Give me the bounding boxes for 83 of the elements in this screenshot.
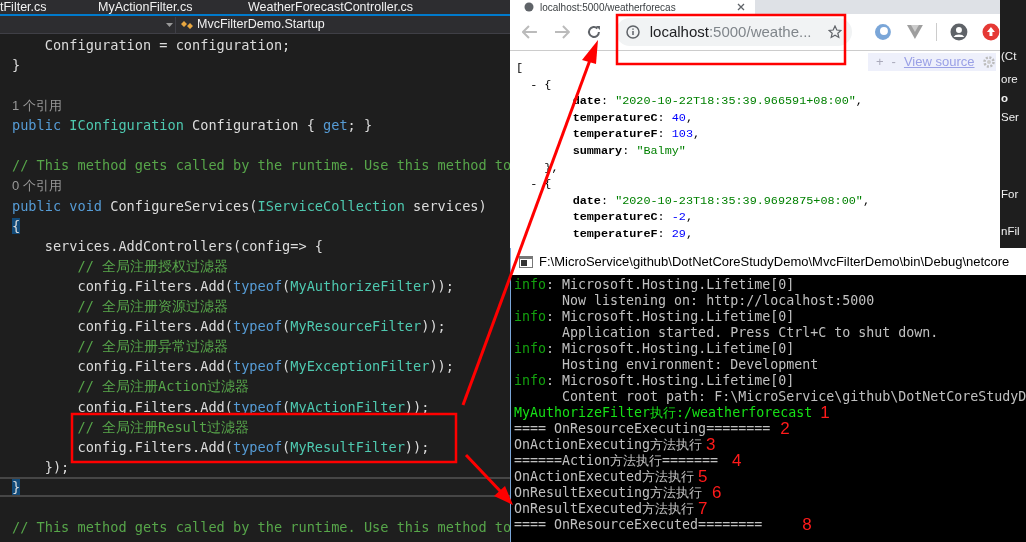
console-line: OnActionExecuting方法执行 [514, 437, 703, 453]
code-line: services.AddControllers(config=> { [43, 236, 323, 256]
reference-count[interactable]: 0 个引用 [12, 175, 62, 196]
json-line: temperatureC: 40, [571, 109, 694, 127]
console-title: F:\MicroService\github\DotNetCoreStudyDemo\MvcFilterDemo\bin\Debug\netcore [539, 252, 1010, 271]
step-number: 7 [698, 501, 708, 517]
tab-title: localhost:5000/weatherforecas [540, 0, 676, 15]
json-line: date: "2020-10-23T18:35:39.9692875+08:00", [571, 192, 870, 210]
code-line: // 全局注册资源过滤器 [76, 297, 229, 317]
browser-tab[interactable]: localhost:5000/weatherforecas [510, 0, 755, 14]
json-line: [ [516, 60, 524, 77]
code-line: // 全局注册Action过滤器 [76, 377, 250, 397]
console-line: ==== OnResourceExecuting======== [514, 421, 771, 437]
json-line: temperatureF: 29, [571, 225, 694, 243]
json-line: - { [529, 176, 552, 193]
code-line: // This method gets called by the runtime. Use this method to [12, 518, 512, 538]
console-line: info: Microsoft.Hosting.Lifetime[0] [514, 341, 795, 357]
back-icon[interactable] [522, 25, 538, 39]
code-line: Configuration = configuration; [43, 35, 291, 55]
json-line: - { [529, 76, 552, 94]
console-line: Application started. Press Ctrl+C to shut down. [561, 325, 939, 341]
star-icon[interactable] [828, 25, 843, 39]
console-window-icon [519, 255, 533, 268]
forward-icon[interactable] [553, 25, 570, 39]
console-line: ======Action方法执行======= [514, 453, 719, 469]
arrow [464, 453, 513, 505]
code-line: config.Filters.Add(typeof(MyAuthorizeFilter)); [76, 277, 454, 296]
console-line: ==== OnResourceExecuted======== [514, 517, 763, 533]
step-number: 4 [732, 453, 742, 469]
background-window-text: For [1001, 187, 1020, 202]
info-icon [625, 25, 640, 39]
code-line: public IConfiguration Configuration { get; } [12, 116, 373, 136]
code-line: // This method gets called by the runtime. Use this method to [12, 156, 512, 176]
console-line: info: Microsoft.Hosting.Lifetime[0] [514, 373, 795, 389]
code-line: config.Filters.Add(typeof(MyResultFilter)); [76, 437, 430, 457]
background-window-text: Ser [1001, 110, 1020, 125]
console-line: OnResultExecuting方法执行 [514, 485, 703, 501]
background-window-text: nFil [1001, 224, 1021, 239]
json-line: temperatureF: 103, [571, 126, 701, 143]
address-bar[interactable]: localhost:5000/weathe... [615, 18, 853, 46]
reload-icon[interactable] [585, 24, 602, 40]
code-line: public void ConfigureServices(IServiceCollection services) [12, 196, 487, 216]
close-icon[interactable] [737, 3, 745, 11]
step-number: 2 [780, 421, 790, 437]
file-tab[interactable]: tFilter.cs [0, 0, 98, 17]
extension-icon[interactable] [906, 24, 925, 40]
json-line: summary: "Balmy" [571, 142, 686, 160]
code-line: } [12, 55, 21, 75]
background-window-text: o [1001, 91, 1010, 106]
step-number: 6 [712, 485, 722, 501]
settings-icon[interactable] [982, 56, 995, 68]
console-line: info: Microsoft.Hosting.Lifetime[0] [514, 309, 795, 325]
address-text: localhost:5000/weathe... [649, 21, 812, 42]
step-number: 8 [802, 517, 812, 533]
json-line: temperatureC: -2, [571, 209, 694, 226]
code-line: config.Filters.Add(typeof(MyResourceFilter)); [76, 317, 446, 337]
step-number: 1 [820, 405, 830, 421]
code-line: // 全局注册异常过滤器 [76, 337, 229, 357]
console-line: OnResultExecuted方法执行 [514, 501, 695, 517]
code-line: // 全局注册授权过滤器 [76, 256, 229, 276]
console-line: info: Microsoft.Hosting.Lifetime[0] [514, 277, 795, 293]
code-line: }); [43, 457, 70, 477]
file-tab[interactable]: MyActionFilter.cs [98, 0, 248, 17]
console-line: MyAuthorizeFilter执行:/weatherforecast [514, 405, 813, 421]
update-icon[interactable] [982, 23, 1000, 41]
background-window-text: ore [1001, 72, 1019, 87]
account-icon[interactable] [950, 23, 969, 41]
member-name: MvcFilterDemo.Startup [197, 16, 325, 34]
console-line: Now listening on: http://localhost:5000 [561, 293, 875, 309]
caret-icon [166, 22, 173, 27]
extension-icon[interactable] [874, 23, 893, 41]
reference-count[interactable]: 1 个引用 [12, 95, 62, 116]
console-line: Content root path: F:\MicroService\github\DotNetCoreStudyD [561, 389, 1026, 405]
step-number: 5 [698, 469, 708, 485]
console-line: OnActionExecuted方法执行 [514, 469, 695, 485]
background-window-text: (Ct [1001, 49, 1018, 64]
code-line: config.Filters.Add(typeof(MyExceptionFilter)); [76, 357, 454, 377]
file-tab[interactable]: WeatherForecastController.cs [248, 0, 488, 17]
step-number: 3 [706, 437, 716, 453]
code-line: config.Filters.Add(typeof(MyActionFilter)); [76, 397, 430, 417]
console-line: Hosting environment: Development [561, 357, 819, 373]
code-line: // 全局注册Result过滤器 [76, 417, 250, 437]
class-icon [180, 18, 194, 31]
